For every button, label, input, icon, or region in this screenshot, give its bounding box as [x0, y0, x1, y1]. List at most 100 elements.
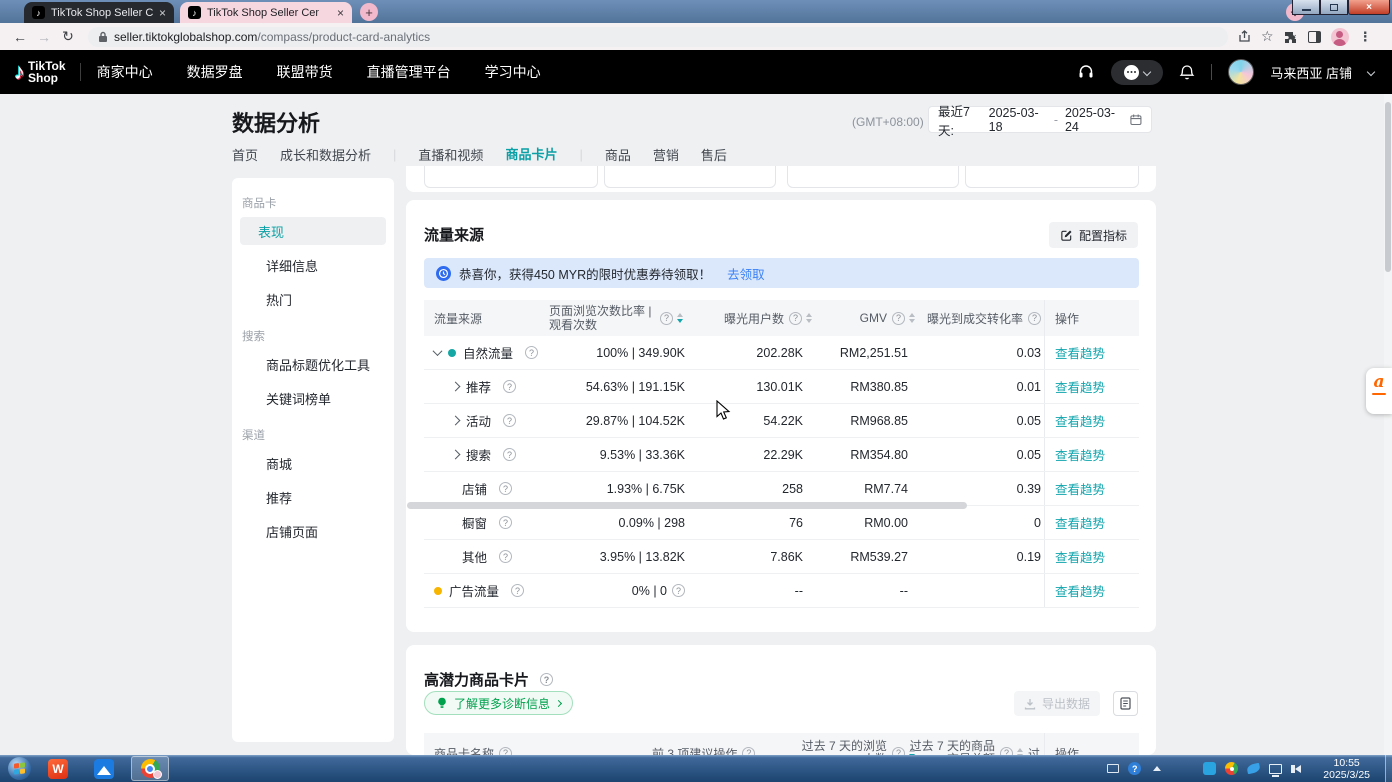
taskbar-app-icon[interactable] [85, 756, 123, 781]
col-7day-viewers[interactable]: 过去 7 天的浏览人数 [801, 733, 915, 755]
help-icon[interactable] [1000, 747, 1013, 756]
bookmark-star-icon[interactable] [1261, 28, 1274, 45]
tab-close-icon[interactable] [153, 6, 166, 20]
new-tab-button[interactable] [360, 3, 378, 21]
view-trend-link[interactable]: 查看趋势 [1055, 411, 1105, 430]
store-avatar[interactable] [1228, 59, 1254, 85]
col-conversion-rate[interactable]: 曝光到成交转化率 [927, 300, 1041, 336]
sidebar-item-recommend[interactable]: 推荐 [240, 483, 386, 511]
help-icon[interactable] [660, 312, 673, 325]
browser-tab-inactive[interactable]: TikTok Shop Seller Center | Cr [24, 2, 174, 23]
metric-card-4[interactable] [965, 166, 1139, 188]
profile-avatar[interactable] [1331, 28, 1349, 46]
horizontal-scrollbar[interactable] [407, 502, 967, 509]
view-trend-link[interactable]: 查看趋势 [1055, 547, 1105, 566]
tray-app-blue-icon[interactable] [1203, 763, 1216, 774]
maximize-button[interactable] [1320, 0, 1348, 15]
view-trend-link[interactable]: 查看趋势 [1055, 377, 1105, 396]
notifications-bell-icon[interactable] [1179, 64, 1195, 81]
chevron-down-icon[interactable] [1367, 68, 1375, 76]
export-data-button[interactable]: 导出数据 [1014, 691, 1100, 716]
tab-home[interactable]: 首页 [232, 145, 258, 171]
taskbar-wps-icon[interactable] [39, 756, 77, 781]
minimize-button[interactable] [1292, 0, 1320, 15]
diagnosis-info-button[interactable]: 了解更多诊断信息 [424, 691, 573, 715]
extensions-puzzle-icon[interactable] [1284, 30, 1298, 44]
report-list-button[interactable] [1113, 691, 1138, 716]
sidebar-item-details[interactable]: 详细信息 [240, 251, 386, 279]
sidebar-section-product-card: 商品卡 [232, 186, 394, 217]
col-7day-gmv[interactable]: 过去 7 天的商品交易总额 [909, 733, 1023, 755]
help-icon[interactable] [892, 312, 905, 325]
sidebar-item-trending[interactable]: 热门 [240, 285, 386, 313]
help-icon[interactable] [892, 747, 905, 756]
help-icon[interactable] [1028, 312, 1041, 325]
alibaba-float-widget[interactable] [1366, 368, 1392, 414]
share-icon[interactable] [1238, 30, 1251, 43]
view-trend-link[interactable]: 查看趋势 [1055, 479, 1105, 498]
help-icon[interactable] [540, 673, 553, 686]
taskbar-clock[interactable]: 10:55 2025/3/25 [1323, 757, 1370, 781]
sidebar-item-keyword-ranking[interactable]: 关键词榜单 [240, 384, 386, 412]
address-bar[interactable]: seller.tiktokglobalshop.com/compass/prod… [88, 27, 1228, 47]
tiktok-shop-logo[interactable]: TikTokShop [14, 59, 66, 85]
help-icon[interactable] [789, 312, 802, 325]
col-top3-suggestions[interactable]: 前 3 项建议操作 [652, 733, 755, 755]
metric-card-2[interactable] [604, 166, 776, 188]
configure-metrics-button[interactable]: 配置指标 [1049, 222, 1138, 248]
forward-button[interactable] [32, 29, 56, 45]
sort-icon[interactable] [806, 313, 812, 323]
tray-window-icon[interactable] [1106, 763, 1119, 774]
sort-icon[interactable] [1017, 748, 1023, 755]
show-desktop-button[interactable] [1385, 755, 1392, 782]
menu-data-compass[interactable]: 数据罗盘 [187, 62, 243, 82]
help-icon[interactable] [499, 747, 512, 756]
close-button[interactable] [1348, 0, 1390, 15]
tray-chrome-icon[interactable] [1225, 763, 1238, 774]
tray-help-icon[interactable] [1128, 763, 1141, 774]
tray-show-hidden-icon[interactable] [1150, 763, 1163, 774]
view-trend-link[interactable]: 查看趋势 [1055, 445, 1105, 464]
help-icon[interactable] [742, 747, 755, 756]
view-trend-link[interactable]: 查看趋势 [1055, 343, 1105, 362]
menu-seller-center[interactable]: 商家中心 [97, 62, 153, 82]
store-name[interactable]: 马来西亚 店铺 [1270, 63, 1352, 82]
messages-button[interactable] [1111, 60, 1163, 85]
col-gmv[interactable]: GMV [860, 300, 915, 336]
side-panel-icon[interactable] [1308, 31, 1321, 43]
sort-icon[interactable] [677, 313, 683, 323]
menu-kebab-icon[interactable] [1359, 29, 1372, 45]
tab-close-icon[interactable] [331, 6, 344, 20]
menu-affiliate[interactable]: 联盟带货 [277, 62, 333, 82]
headset-icon[interactable] [1077, 63, 1095, 81]
col-product-card-name[interactable]: 商品卡名称 [434, 733, 512, 755]
collapse-icon[interactable] [433, 346, 443, 356]
view-trend-link[interactable]: 查看趋势 [1055, 513, 1105, 532]
tray-volume-icon[interactable] [1291, 763, 1304, 774]
tray-messenger-icon[interactable] [1247, 763, 1260, 774]
claim-coupon-link[interactable]: 去领取 [727, 264, 765, 283]
tab-growth-analytics[interactable]: 成长和数据分析 [280, 145, 371, 171]
sidebar-item-performance[interactable]: 表现 [240, 217, 386, 245]
view-trend-link[interactable]: 查看趋势 [1055, 581, 1105, 600]
sort-icon[interactable] [909, 313, 915, 323]
start-button[interactable] [8, 757, 31, 780]
scrollbar-thumb[interactable] [1385, 102, 1391, 272]
sidebar-item-shop-page[interactable]: 店铺页面 [240, 517, 386, 545]
page-scrollbar[interactable] [1384, 94, 1392, 755]
help-icon[interactable] [672, 584, 685, 597]
date-range-picker[interactable]: 最近7天: 2025-03-18 - 2025-03-24 [928, 106, 1152, 133]
metric-card-3[interactable] [787, 166, 959, 188]
back-button[interactable] [8, 29, 32, 45]
browser-tab-active[interactable]: TikTok Shop Seller Center | Cr [180, 2, 352, 23]
tray-network-icon[interactable] [1269, 763, 1282, 774]
col-pageview-ratio[interactable]: 页面浏览次数比率 | 观看次数 [549, 300, 713, 336]
sidebar-item-title-optimizer[interactable]: 商品标题优化工具 [240, 350, 386, 378]
menu-learning-center[interactable]: 学习中心 [485, 62, 541, 82]
sidebar-item-mall[interactable]: 商城 [240, 449, 386, 477]
taskbar-chrome-icon[interactable] [131, 756, 169, 781]
metric-card-1[interactable] [424, 166, 598, 188]
col-exposed-users[interactable]: 曝光用户数 [724, 300, 812, 336]
reload-button[interactable] [56, 28, 80, 45]
menu-live-platform[interactable]: 直播管理平台 [367, 62, 451, 82]
